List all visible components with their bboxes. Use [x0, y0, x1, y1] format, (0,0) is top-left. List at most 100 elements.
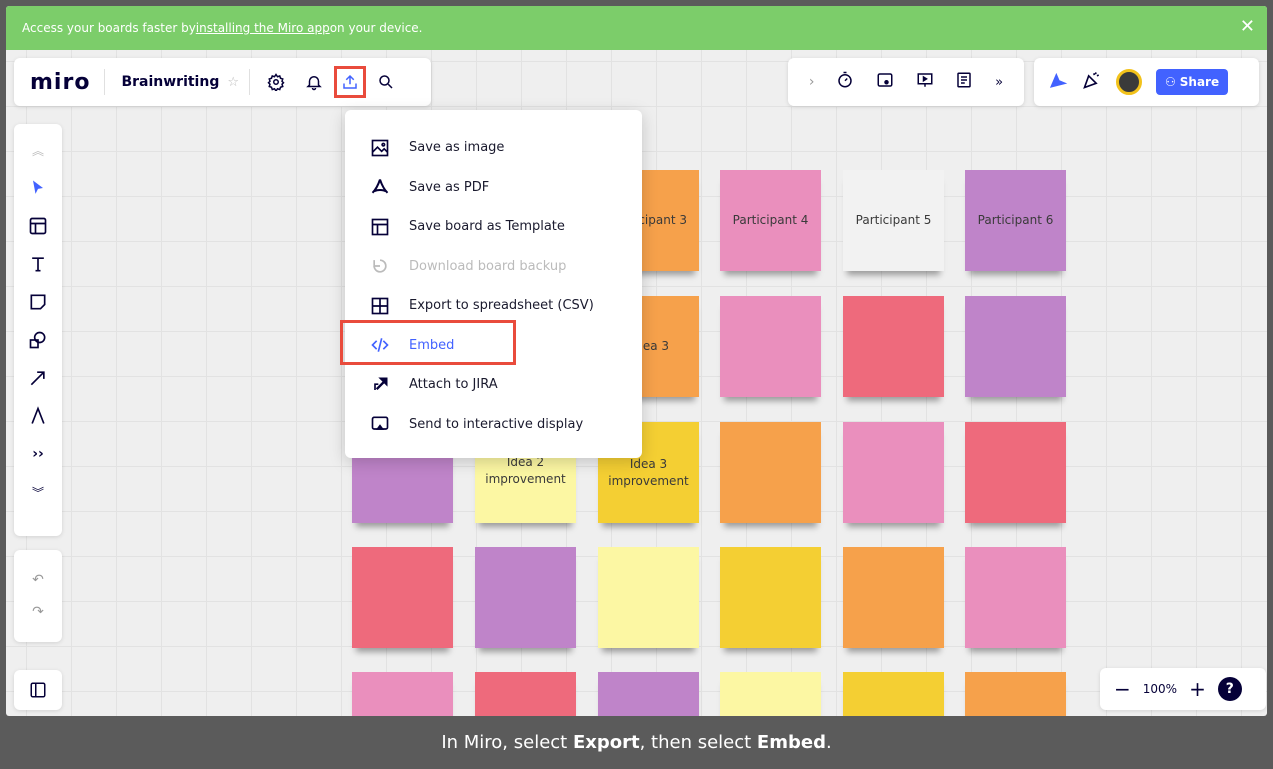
install-app-link[interactable]: installing the Miro app	[196, 21, 330, 35]
avatar[interactable]	[1116, 69, 1142, 95]
banner-text: Access your boards faster by	[22, 21, 196, 35]
star-icon[interactable]: ☆	[227, 75, 239, 90]
caption-part: , then select	[639, 732, 757, 753]
sticky-note[interactable]	[965, 547, 1066, 648]
install-app-banner: Access your boards faster by installing …	[6, 6, 1267, 50]
sticky-note[interactable]	[965, 296, 1066, 397]
sticky-note-text: ea 3	[642, 339, 669, 353]
collaboration-toolbar: › »	[788, 58, 1024, 106]
menu-item-label: Send to interactive display	[409, 416, 584, 432]
presentation-icon[interactable]	[916, 71, 934, 93]
share-label: Share	[1179, 75, 1220, 89]
share-button[interactable]: ⚇ Share	[1156, 69, 1229, 95]
shapes-tool-icon[interactable]	[25, 326, 51, 354]
sticky-note-text: Idea 2 improvement	[485, 454, 566, 486]
sticky-note[interactable]	[843, 422, 944, 523]
sticky-note[interactable]: Participant 4	[720, 170, 821, 271]
sticky-note[interactable]	[843, 296, 944, 397]
pdf-icon	[369, 176, 391, 198]
menu-item-label: Save board as Template	[409, 219, 565, 235]
sticky-note[interactable]	[352, 547, 453, 648]
menu-item-attach-jira[interactable]: Attach to JIRA	[345, 365, 642, 405]
menu-item-save-as-pdf[interactable]: Save as PDF	[345, 168, 642, 208]
caption-bold: Export	[572, 732, 640, 753]
undo-redo-panel: ↶ ↷	[14, 550, 62, 642]
chevron-right-icon[interactable]: ›	[809, 74, 815, 90]
help-button[interactable]: ?	[1217, 677, 1242, 701]
sticky-note[interactable]	[475, 672, 576, 716]
menu-item-label: Download board backup	[409, 258, 567, 274]
sticky-note[interactable]	[598, 672, 699, 716]
board-name[interactable]: Brainwriting	[121, 74, 219, 90]
export-button[interactable]	[334, 66, 366, 98]
sticky-note-text: Participant 6	[977, 213, 1054, 227]
sticky-note[interactable]	[720, 547, 821, 648]
sticky-note-text: Participant 5	[855, 213, 932, 227]
sticky-note[interactable]	[720, 296, 821, 397]
menu-item-send-to-display[interactable]: Send to interactive display	[345, 405, 642, 445]
sticky-note[interactable]	[965, 422, 1066, 523]
template-tool-icon[interactable]	[25, 212, 51, 240]
sticky-note[interactable]	[352, 672, 453, 716]
sticky-note[interactable]: Participant 6	[965, 170, 1066, 271]
caption-text: In Miro, select Export, then select Embe…	[441, 732, 831, 753]
chevron-up-icon[interactable]: ︽	[25, 136, 51, 164]
zoom-in-button[interactable]: +	[1189, 677, 1206, 701]
caption-part: .	[825, 732, 832, 753]
instruction-caption: In Miro, select Export, then select Embe…	[0, 716, 1273, 769]
miro-logo[interactable]: miro	[30, 70, 90, 95]
bell-icon[interactable]	[302, 70, 326, 94]
menu-item-label: Save as PDF	[409, 179, 490, 195]
banner-close-icon[interactable]: ✕	[1240, 18, 1255, 36]
board-toolbar: miro Brainwriting ☆	[14, 58, 431, 106]
caption-bold: Embed	[756, 732, 826, 753]
undo-icon[interactable]: ↶	[32, 572, 44, 588]
reactions-icon[interactable]	[1048, 70, 1068, 94]
sticky-note-text: Participant 4	[732, 213, 809, 227]
caption-part: In Miro, select	[441, 732, 573, 753]
chevron-double-down-icon[interactable]: »	[995, 75, 1003, 90]
zoom-level[interactable]: 100%	[1143, 682, 1177, 696]
divider	[104, 69, 106, 95]
menu-item-save-as-template[interactable]: Save board as Template	[345, 207, 642, 247]
sticky-note-text: Idea 3 improvement	[608, 456, 689, 488]
export-menu: Save as image Save as PDF Save board as …	[345, 110, 642, 458]
notes-icon[interactable]	[955, 71, 973, 93]
redo-icon[interactable]: ↷	[32, 604, 44, 620]
sidebar-icon	[30, 682, 46, 698]
user-toolbar: ⚇ Share	[1034, 58, 1259, 106]
sticky-note[interactable]	[720, 672, 821, 716]
menu-item-label: Save as image	[409, 140, 505, 156]
settings-icon[interactable]	[264, 70, 288, 94]
search-icon[interactable]	[374, 70, 398, 94]
banner-text-suffix: on your device.	[329, 21, 423, 35]
sticky-note[interactable]	[843, 672, 944, 716]
pen-tool-icon[interactable]	[25, 402, 51, 430]
sticky-note[interactable]	[843, 547, 944, 648]
text-tool-icon[interactable]	[25, 250, 51, 278]
template-icon	[369, 216, 391, 238]
timer-icon[interactable]	[836, 71, 854, 93]
sticky-note-tool-icon[interactable]	[25, 288, 51, 316]
sticky-note[interactable]	[965, 672, 1066, 716]
more-tools-icon[interactable]: ››	[25, 440, 51, 468]
miro-board-frame: Access your boards faster by installing …	[6, 6, 1267, 716]
jira-icon	[369, 374, 391, 396]
board-panel-button[interactable]	[14, 670, 62, 710]
sticky-note[interactable]	[720, 422, 821, 523]
chevron-double-down-icon[interactable]: ︾	[25, 478, 51, 506]
celebrate-icon[interactable]	[1082, 70, 1102, 94]
image-icon	[369, 137, 391, 159]
arrow-tool-icon[interactable]	[25, 364, 51, 392]
sticky-note[interactable]	[598, 547, 699, 648]
menu-item-save-as-image[interactable]: Save as image	[345, 128, 642, 168]
menu-item-label: Attach to JIRA	[409, 377, 498, 393]
users-icon: ⚇	[1165, 75, 1176, 89]
select-tool-icon[interactable]	[25, 174, 51, 202]
sticky-note[interactable]	[475, 547, 576, 648]
sticky-note[interactable]: Participant 5	[843, 170, 944, 271]
display-icon	[369, 413, 391, 435]
video-icon[interactable]	[876, 71, 894, 93]
zoom-controls: − 100% + ?	[1100, 668, 1266, 710]
zoom-out-button[interactable]: −	[1114, 677, 1131, 701]
